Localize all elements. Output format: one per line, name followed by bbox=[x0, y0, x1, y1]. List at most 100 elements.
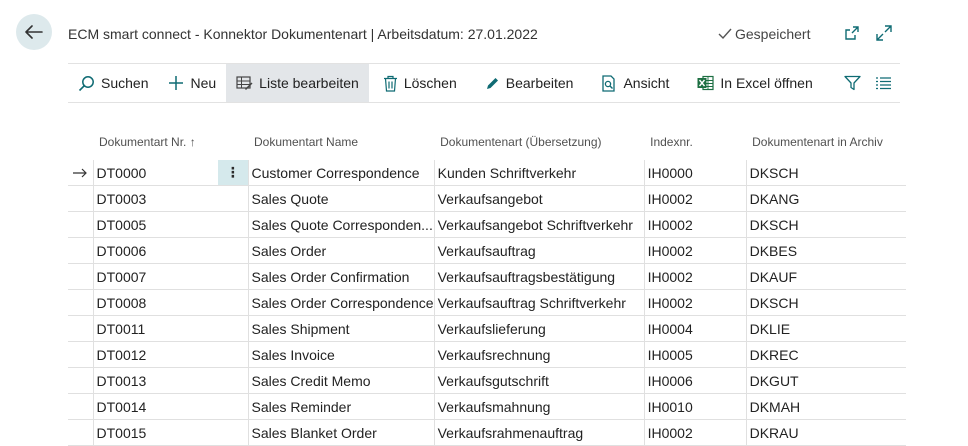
cell-translation[interactable]: Kunden Schriftverkehr bbox=[434, 160, 645, 186]
cell-archive[interactable]: DKSCH bbox=[746, 211, 907, 238]
more-options-icon[interactable]: ⋮ bbox=[226, 164, 240, 180]
cell-archive[interactable]: DKAUF bbox=[746, 263, 907, 290]
table-row[interactable]: DT0008 Sales Order Correspondence Verkaufs… bbox=[68, 289, 907, 316]
table-row[interactable]: DT0006 Sales Order Verkaufsauftrag IH0002 DK… bbox=[68, 237, 907, 264]
cell-name[interactable]: Sales Blanket Order bbox=[248, 419, 435, 446]
column-header-name[interactable]: Dokumentart Name bbox=[248, 124, 434, 160]
cell-archive[interactable]: DKSCH bbox=[746, 160, 907, 186]
cell-name[interactable]: Sales Credit Memo bbox=[248, 367, 435, 394]
cell-nr[interactable]: DT0005 bbox=[93, 211, 218, 238]
row-menu bbox=[218, 341, 249, 368]
cell-index[interactable]: IH0000 bbox=[644, 160, 747, 186]
cell-nr[interactable]: DT0003 bbox=[93, 185, 218, 212]
column-header-archive[interactable]: Dokumentenart in Archiv bbox=[746, 124, 906, 160]
search-button[interactable]: Suchen bbox=[68, 64, 158, 102]
table-row[interactable]: DT0011 Sales Shipment Verkaufslieferung IH0… bbox=[68, 315, 907, 342]
expand-icon[interactable] bbox=[875, 24, 893, 42]
cell-name[interactable]: Sales Quote bbox=[248, 185, 435, 212]
cell-nr[interactable]: DT0000 bbox=[93, 160, 218, 186]
pencil-icon bbox=[486, 77, 498, 89]
table-row[interactable]: DT0015 Sales Blanket Order Verkaufsrahmena… bbox=[68, 419, 907, 446]
new-button[interactable]: Neu bbox=[158, 64, 226, 102]
checkmark-icon bbox=[718, 28, 732, 40]
cell-name[interactable]: Sales Quote Corresponden... bbox=[248, 211, 435, 238]
cell-translation[interactable]: Verkaufsangebot Schriftverkehr bbox=[434, 211, 645, 238]
table-row[interactable]: DT0013 Sales Credit Memo Verkaufsgutschrif… bbox=[68, 367, 907, 394]
cell-name[interactable]: Sales Shipment bbox=[248, 315, 435, 342]
toolbar-right-actions bbox=[844, 64, 900, 102]
cell-translation[interactable]: Verkaufsauftrag Schriftverkehr bbox=[434, 289, 645, 316]
view-button[interactable]: Ansicht bbox=[591, 64, 679, 102]
table-row[interactable]: DT0007 Sales Order Confirmation Verkaufsau… bbox=[68, 263, 907, 290]
cell-translation[interactable]: Verkaufsauftrag bbox=[434, 237, 645, 264]
open-in-new-window-icon[interactable] bbox=[843, 24, 861, 42]
cell-archive[interactable]: DKREC bbox=[746, 341, 907, 368]
delete-button-label: Löschen bbox=[403, 75, 457, 91]
cell-name[interactable]: Sales Order Correspondence bbox=[248, 289, 435, 316]
row-menu[interactable]: ⋮ bbox=[218, 160, 249, 186]
edit-list-button[interactable]: Liste bearbeiten bbox=[226, 64, 369, 102]
cell-archive[interactable]: DKRAU bbox=[746, 419, 907, 446]
column-header-nr[interactable]: Dokumentart Nr. ↑ bbox=[93, 124, 218, 160]
open-in-excel-button[interactable]: In Excel öffnen bbox=[687, 64, 822, 102]
cell-index[interactable]: IH0002 bbox=[644, 263, 747, 290]
cell-translation[interactable]: Verkaufsauftragsbestätigung bbox=[434, 263, 645, 290]
cell-translation[interactable]: Verkaufsgutschrift bbox=[434, 367, 645, 394]
cell-index[interactable]: IH0002 bbox=[644, 211, 747, 238]
cell-name[interactable]: Customer Correspondence bbox=[248, 160, 435, 186]
row-menu bbox=[218, 211, 249, 238]
cell-archive[interactable]: DKANG bbox=[746, 185, 907, 212]
list-view-icon[interactable] bbox=[875, 76, 892, 90]
cell-name[interactable]: Sales Order bbox=[248, 237, 435, 264]
cell-name[interactable]: Sales Order Confirmation bbox=[248, 263, 435, 290]
edit-button[interactable]: Bearbeiten bbox=[475, 64, 584, 102]
cell-translation[interactable]: Verkaufsrechnung bbox=[434, 341, 645, 368]
cell-nr[interactable]: DT0012 bbox=[93, 341, 218, 368]
search-icon bbox=[78, 75, 94, 91]
cell-nr[interactable]: DT0008 bbox=[93, 289, 218, 316]
open-in-excel-button-label: In Excel öffnen bbox=[720, 75, 813, 91]
cell-index[interactable]: IH0004 bbox=[644, 315, 747, 342]
cell-nr[interactable]: DT0013 bbox=[93, 367, 218, 394]
cell-nr[interactable]: DT0011 bbox=[93, 315, 218, 342]
row-menu bbox=[218, 263, 249, 290]
cell-translation[interactable]: Verkaufsmahnung bbox=[434, 393, 645, 420]
cell-nr[interactable]: DT0007 bbox=[93, 263, 218, 290]
edit-list-button-label: Liste bearbeiten bbox=[259, 75, 359, 91]
cell-index[interactable]: IH0002 bbox=[644, 237, 747, 264]
search-button-label: Suchen bbox=[101, 75, 149, 91]
column-header-index[interactable]: Indexnr. bbox=[644, 124, 746, 160]
cell-index[interactable]: IH0002 bbox=[644, 419, 747, 446]
cell-archive[interactable]: DKLIE bbox=[746, 315, 907, 342]
back-button[interactable] bbox=[16, 14, 52, 50]
cell-name[interactable]: Sales Invoice bbox=[248, 341, 435, 368]
table-row[interactable]: DT0014 Sales Reminder Verkaufsmahnung IH001… bbox=[68, 393, 907, 420]
cell-index[interactable]: IH0002 bbox=[644, 185, 747, 212]
row-indicator bbox=[68, 211, 94, 238]
cell-index[interactable]: IH0006 bbox=[644, 367, 747, 394]
cell-archive[interactable]: DKMAH bbox=[746, 393, 907, 420]
filter-icon[interactable] bbox=[844, 75, 861, 91]
cell-index[interactable]: IH0005 bbox=[644, 341, 747, 368]
row-indicator bbox=[68, 237, 94, 264]
table-row[interactable]: DT0005 Sales Quote Corresponden... Verkauf… bbox=[68, 211, 907, 238]
table-header-row: Dokumentart Nr. ↑ Dokumentart Name Dokum… bbox=[68, 124, 906, 160]
cell-name[interactable]: Sales Reminder bbox=[248, 393, 435, 420]
table-row[interactable]: DT0000 ⋮ Customer Correspondence Kunden Sch… bbox=[68, 160, 907, 186]
cell-archive[interactable]: DKBES bbox=[746, 237, 907, 264]
cell-nr[interactable]: DT0006 bbox=[93, 237, 218, 264]
cell-translation[interactable]: Verkaufsrahmenauftrag bbox=[434, 419, 645, 446]
delete-button[interactable]: Löschen bbox=[373, 64, 467, 102]
cell-index[interactable]: IH0002 bbox=[644, 289, 747, 316]
column-header-translation[interactable]: Dokumentenart (Übersetzung) bbox=[434, 124, 644, 160]
cell-translation[interactable]: Verkaufsangebot bbox=[434, 185, 645, 212]
cell-translation[interactable]: Verkaufslieferung bbox=[434, 315, 645, 342]
cell-nr[interactable]: DT0015 bbox=[93, 419, 218, 446]
row-indicator bbox=[68, 289, 94, 316]
table-row[interactable]: DT0012 Sales Invoice Verkaufsrechnung IH000… bbox=[68, 341, 907, 368]
cell-index[interactable]: IH0010 bbox=[644, 393, 747, 420]
cell-nr[interactable]: DT0014 bbox=[93, 393, 218, 420]
cell-archive[interactable]: DKSCH bbox=[746, 289, 907, 316]
table-row[interactable]: DT0003 Sales Quote Verkaufsangebot IH0002 DK… bbox=[68, 185, 907, 212]
cell-archive[interactable]: DKGUT bbox=[746, 367, 907, 394]
